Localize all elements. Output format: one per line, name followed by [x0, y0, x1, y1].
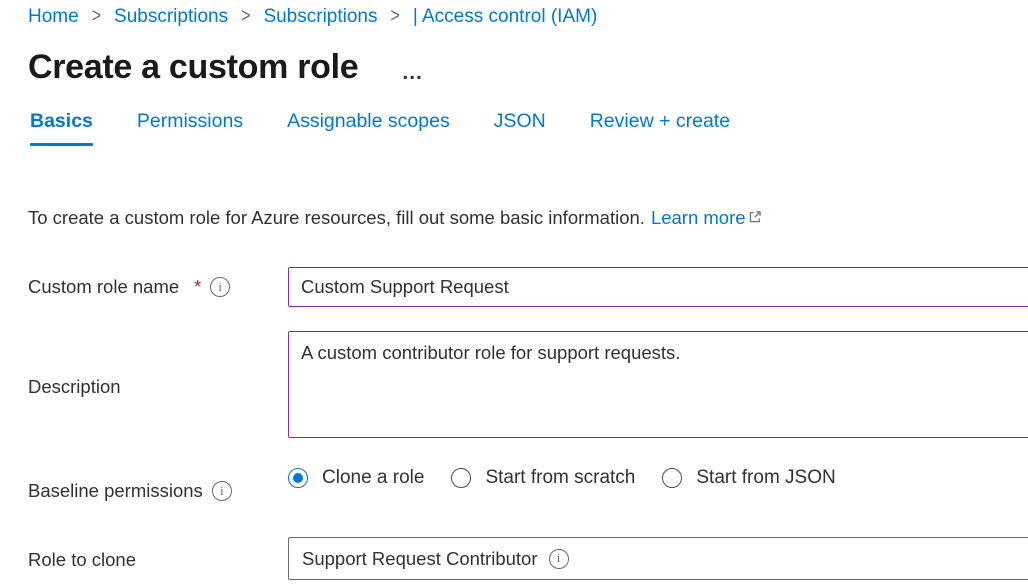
radio-label: Start from scratch	[485, 467, 635, 489]
breadcrumb-subscriptions-link-2[interactable]: Subscriptions	[263, 6, 377, 28]
breadcrumb: Home > Subscriptions > Subscriptions > |…	[28, 6, 597, 28]
radio-start-from-json[interactable]: Start from JSON	[662, 467, 835, 489]
radio-button-icon	[451, 468, 471, 488]
baseline-permissions-radio-group: Clone a role Start from scratch Start fr…	[288, 467, 836, 489]
required-asterisk: *	[194, 277, 201, 298]
page-header: Create a custom role ...	[28, 48, 423, 87]
learn-more-label: Learn more	[651, 207, 746, 228]
intro-text: To create a custom role for Azure resour…	[28, 207, 645, 229]
chevron-right-icon: >	[241, 6, 250, 29]
custom-role-name-input[interactable]	[288, 267, 1028, 307]
role-to-clone-dropdown[interactable]: Support Request Contributor	[288, 537, 1028, 580]
custom-role-name-label: Custom role name	[28, 276, 179, 298]
info-icon[interactable]	[210, 277, 230, 297]
breadcrumb-home-link[interactable]: Home	[28, 6, 79, 28]
breadcrumb-subscriptions-link[interactable]: Subscriptions	[114, 6, 228, 28]
intro-text-row: To create a custom role for Azure resour…	[28, 207, 762, 229]
custom-role-name-label-row: Custom role name *	[28, 276, 230, 298]
baseline-permissions-label: Baseline permissions	[28, 480, 203, 502]
page-title: Create a custom role	[28, 48, 358, 87]
tab-bar: Basics Permissions Assignable scopes JSO…	[30, 110, 730, 146]
tab-basics[interactable]: Basics	[30, 110, 93, 146]
more-options-icon[interactable]: ...	[402, 62, 423, 83]
description-label: Description	[28, 376, 121, 398]
chevron-right-icon: >	[92, 6, 101, 29]
radio-label: Start from JSON	[696, 467, 835, 489]
baseline-permissions-label-row: Baseline permissions	[28, 480, 232, 502]
breadcrumb-access-control-link[interactable]: | Access control (IAM)	[413, 6, 597, 28]
info-icon[interactable]	[549, 549, 569, 569]
radio-label: Clone a role	[322, 467, 424, 489]
tab-json[interactable]: JSON	[494, 110, 546, 146]
radio-start-from-scratch[interactable]: Start from scratch	[451, 467, 635, 489]
role-to-clone-value: Support Request Contributor	[302, 548, 538, 570]
tab-review-create[interactable]: Review + create	[590, 110, 730, 146]
external-link-icon	[748, 207, 762, 229]
description-textarea[interactable]: A custom contributor role for support re…	[288, 331, 1028, 438]
tab-permissions[interactable]: Permissions	[137, 110, 243, 146]
tab-assignable-scopes[interactable]: Assignable scopes	[287, 110, 450, 146]
radio-button-icon	[662, 468, 682, 488]
radio-button-icon	[288, 468, 308, 488]
role-to-clone-label: Role to clone	[28, 549, 136, 571]
learn-more-link[interactable]: Learn more	[651, 207, 762, 229]
info-icon[interactable]	[212, 481, 232, 501]
radio-clone-a-role[interactable]: Clone a role	[288, 467, 424, 489]
chevron-right-icon: >	[391, 6, 400, 29]
